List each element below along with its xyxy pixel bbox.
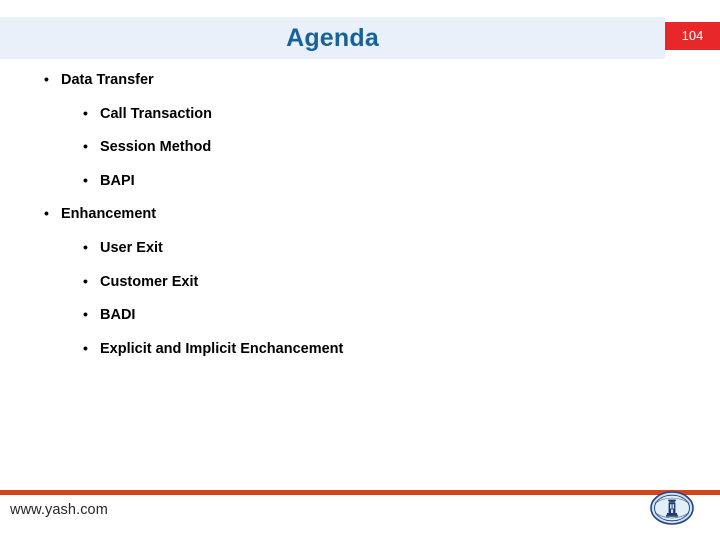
list-item-label: BADI [100, 307, 136, 324]
bullet-point-icon: • [83, 239, 88, 255]
page-title: Agenda [286, 24, 379, 52]
bullet-point-icon: • [44, 71, 49, 87]
list-item: • Data Transfer [44, 71, 154, 88]
list-item: • Call Transaction [83, 105, 212, 122]
bullet-point-icon: • [83, 306, 88, 323]
list-item-label: Enhancement [61, 206, 157, 223]
footer-website-url[interactable]: www.yash.com [10, 502, 108, 518]
bullet-point-icon: • [83, 339, 88, 356]
slide-canvas: Agenda 104 • Data Transfer • Call Transacti… [0, 0, 720, 540]
list-item-label: Call Transaction [100, 105, 213, 122]
list-item: • BAPI [83, 172, 135, 189]
list-item-label: BAPI [100, 172, 135, 189]
footer-divider-rule [0, 490, 720, 495]
list-item-label: User Exit [100, 240, 163, 256]
list-item-label: Customer Exit [100, 273, 199, 290]
bullet-point-icon: • [83, 104, 88, 121]
list-item: • BADI [83, 306, 135, 323]
bullet-list: • Data Transfer • Call Transaction • Session … [0, 60, 720, 460]
slide-number-badge: 104 [665, 22, 720, 50]
yash-seal-logo-icon [650, 486, 694, 530]
bullet-point-icon: • [83, 138, 88, 155]
list-item: • Session Method [83, 138, 211, 155]
bullet-point-icon: • [83, 272, 88, 289]
list-item: • Enhancement [44, 205, 156, 222]
list-item: • Explicit and Implicit Enchancement [83, 340, 343, 357]
bullet-point-icon: • [44, 205, 49, 222]
list-item: • User Exit [83, 239, 163, 256]
list-item-label: Data Transfer [61, 72, 154, 88]
list-item-label: Explicit and Implicit Enchancement [100, 340, 344, 357]
bullet-point-icon: • [83, 171, 88, 188]
list-item-label: Session Method [100, 139, 212, 156]
list-item: • Customer Exit [83, 273, 198, 290]
